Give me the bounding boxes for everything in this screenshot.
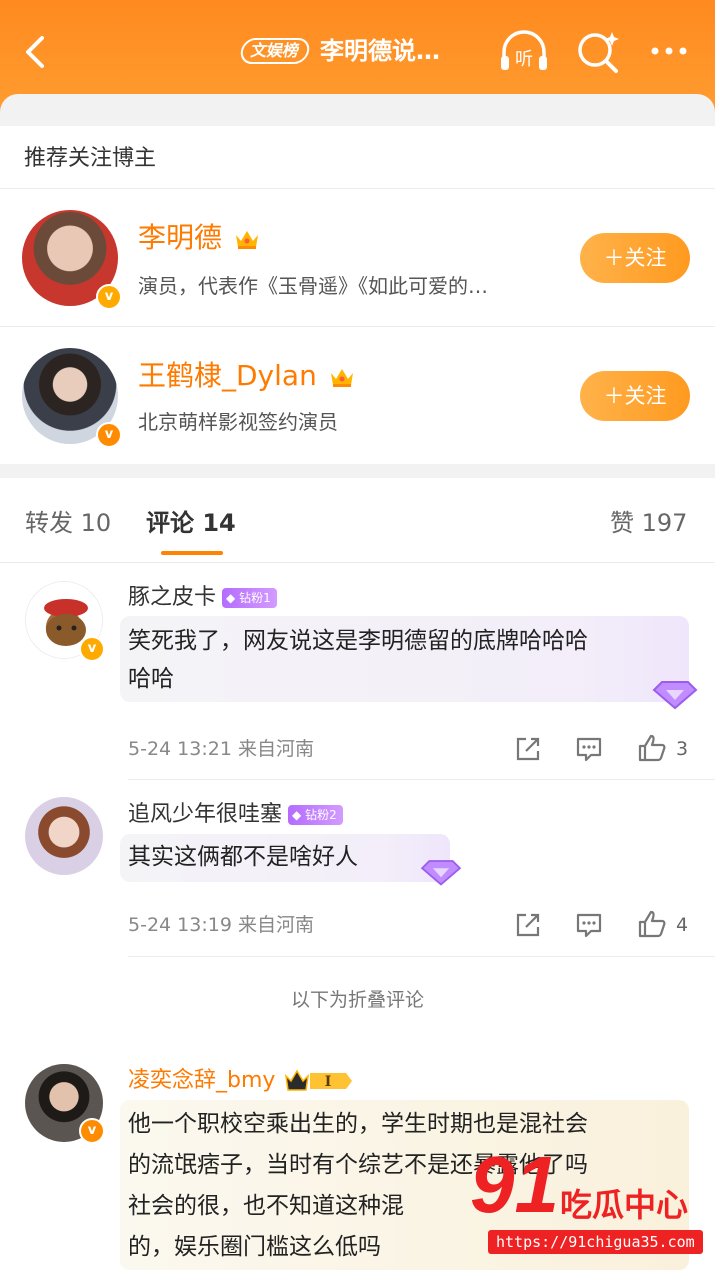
- diamond-decoration-icon: [652, 681, 698, 710]
- follow-button[interactable]: ＋关注: [580, 233, 690, 283]
- comment-author[interactable]: 豚之皮卡 ◆ 钻粉1: [128, 583, 277, 613]
- listen-headphones-icon[interactable]: 听: [498, 28, 550, 76]
- comment-author-name: 凌奕念辞_bmy: [128, 1068, 276, 1093]
- like-icon[interactable]: [637, 733, 667, 763]
- comment-text: 其实这俩都不是啥好人: [128, 844, 358, 870]
- divider: [0, 188, 715, 189]
- verified-icon: v: [79, 636, 105, 662]
- follow-button[interactable]: ＋关注: [580, 371, 690, 421]
- watermark-url: https://91chigua35.com: [488, 1230, 703, 1254]
- page-title: 李明德说…: [320, 37, 440, 65]
- comment-text: 笑死我了，网友说这是李明德留的底牌哈哈哈: [128, 628, 588, 654]
- fan-badge: ◆ 钻粉1: [222, 588, 277, 608]
- svg-text:听: 听: [515, 49, 533, 70]
- ranking-badge[interactable]: 文娱榜: [238, 38, 312, 64]
- tab-likes[interactable]: 赞 197: [610, 505, 687, 541]
- comment-meta: 5-24 13:19 来自河南: [128, 914, 314, 936]
- verified-icon: v: [79, 1118, 105, 1144]
- tab-comment[interactable]: 评论 14: [146, 505, 236, 541]
- header-rounded-edge: [0, 94, 715, 128]
- watermark-number: 91: [470, 1140, 559, 1229]
- verified-icon: v: [96, 422, 122, 448]
- comment-author[interactable]: 凌奕念辞_bmy I: [128, 1066, 354, 1096]
- verified-icon: v: [96, 284, 122, 310]
- recommend-user-row[interactable]: v 王鹤棣_Dylan 北京萌样影视签约演员 ＋关注: [0, 328, 715, 462]
- comment-author[interactable]: 追风少年很哇塞 ◆ 钻粉2: [128, 800, 343, 830]
- avatar[interactable]: [25, 797, 103, 875]
- comment-author-name: 追风少年很哇塞: [128, 802, 283, 827]
- user-description: 演员，代表作《玉骨遥》《如此可爱的…: [138, 274, 488, 298]
- like-count: 4: [676, 914, 689, 936]
- fan-badge-label: 钻粉1: [239, 591, 271, 605]
- comment-author-name: 豚之皮卡: [128, 585, 217, 610]
- folded-comments-notice[interactable]: 以下为折叠评论: [0, 986, 715, 1014]
- user-name[interactable]: 王鹤棣_Dylan: [138, 358, 356, 394]
- comment-icon[interactable]: [575, 911, 603, 939]
- like-icon[interactable]: [637, 909, 667, 939]
- recommend-user-row[interactable]: v 李明德 演员，代表作《玉骨遥》《如此可爱的… ＋关注: [0, 190, 715, 324]
- share-icon[interactable]: [514, 735, 542, 763]
- user-description: 北京萌样影视签约演员: [138, 410, 338, 434]
- comment-text: 的，娱乐圈门槛这么低吗: [128, 1234, 381, 1260]
- comment-meta: 5-24 13:21 来自河南: [128, 738, 314, 760]
- divider: [0, 326, 715, 327]
- back-icon[interactable]: [18, 32, 54, 72]
- tab-repost[interactable]: 转发 10: [25, 505, 111, 541]
- diamond-decoration-icon: [420, 860, 462, 886]
- user-name[interactable]: 李明德: [138, 220, 261, 256]
- svg-text:I: I: [325, 1074, 332, 1090]
- comment-text: 他一个职校空乘出生的，学生时期也是混社会: [128, 1111, 588, 1137]
- comment-text: 社会的很，也不知道这种混: [128, 1193, 404, 1219]
- vip-level-badge: I: [285, 1069, 353, 1091]
- crown-icon: [330, 369, 353, 387]
- like-count: 3: [676, 738, 689, 760]
- watermark-text: 吃瓜中心: [560, 1186, 689, 1224]
- divider: [0, 562, 715, 563]
- fan-badge: ◆ 钻粉2: [288, 805, 343, 825]
- tab-active-indicator: [161, 551, 223, 555]
- more-icon[interactable]: [645, 36, 693, 66]
- recommend-title: 推荐关注博主: [24, 146, 157, 171]
- comment-text: 哈哈: [128, 666, 174, 692]
- divider: [128, 956, 715, 957]
- divider: [128, 779, 715, 780]
- share-icon[interactable]: [514, 911, 542, 939]
- crown-icon: [235, 231, 258, 249]
- fan-badge-label: 钻粉2: [305, 808, 337, 822]
- user-name-text: 王鹤棣_Dylan: [138, 359, 317, 392]
- comment-icon[interactable]: [575, 735, 603, 763]
- user-name-text: 李明德: [138, 221, 223, 254]
- search-icon[interactable]: [574, 28, 622, 76]
